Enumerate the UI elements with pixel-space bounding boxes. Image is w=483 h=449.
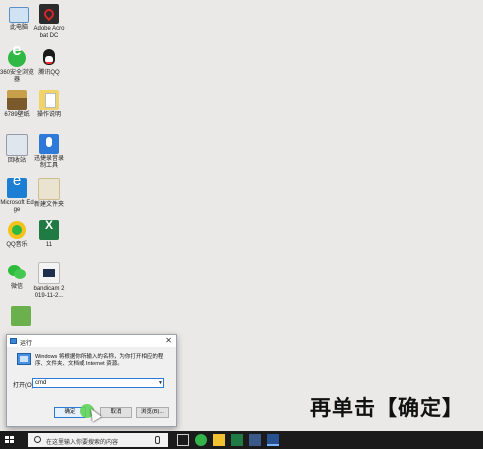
acrobat-icon [39,4,59,24]
desktop: 此电脑 Adobe Acrobat DC 360安全浏览器 腾讯QQ 6789壁… [0,0,483,431]
qq-music-icon [7,220,27,240]
microphone-icon [39,134,59,154]
search-placeholder: 在这里输入你要搜索的内容 [46,440,119,446]
run-dialog-title: 运行 [20,341,33,347]
excel-icon [39,220,59,240]
desktop-icon-label: QQ音乐 [6,242,28,248]
desktop-icon-recorder[interactable]: 迅捷录音录制工具 [32,134,66,170]
edge-icon [7,177,27,198]
desktop-icon-label: Microsoft Edge [0,200,34,213]
run-dialog-titlebar[interactable]: 运行 ✕ [7,335,176,347]
run-program-icon [17,353,31,365]
desktop-icon-label: 迅捷录音录制工具 [33,156,64,169]
chevron-down-icon[interactable]: ▼ [158,380,163,386]
run-dialog: 运行 ✕ Windows 将根据你所输入的名称，为你打开相应的程序、文件夹、文档… [6,334,177,427]
360-browser-taskbar-icon[interactable] [195,434,207,446]
windows-start-icon[interactable] [5,436,14,444]
document-icon [39,90,59,110]
taskbar-search-box[interactable]: 在这里输入你要搜索的内容 [28,433,168,447]
desktop-icon-6789-wallpaper[interactable]: 6789壁纸 [0,90,34,119]
search-icon [34,436,41,443]
desktop-icon-this-pc[interactable]: 此电脑 [2,4,36,32]
desktop-icon-label: 11 [45,242,53,248]
desktop-icon-label: 6789壁纸 [4,112,30,118]
app-icon [11,306,31,326]
desktop-icon-label: 360安全浏览器 [0,70,35,83]
excel-taskbar-icon[interactable] [231,434,243,446]
browse-button[interactable]: 浏览(B)... [136,407,169,418]
close-icon[interactable]: ✕ [165,336,172,345]
desktop-icon-bandicam[interactable]: bandicam 2019-11-2... [32,262,66,300]
wechat-icon [7,262,27,282]
run-command-input[interactable]: cmd [32,378,164,388]
task-view-icon[interactable] [177,434,189,446]
desktop-icon-acrobat[interactable]: Adobe Acrobat DC [32,4,66,40]
instruction-caption: 再单击【确定】 [310,396,464,420]
wallpaper-app-icon [7,90,27,110]
microphone-icon[interactable] [155,436,160,444]
desktop-icon-recycle-bin[interactable]: 回收站 [0,134,34,165]
desktop-icon-360-browser[interactable]: 360安全浏览器 [0,46,35,84]
desktop-icon-instructions[interactable]: 操作说明 [32,90,66,119]
computer-icon [9,7,29,23]
active-app-taskbar-icon[interactable] [267,434,279,446]
file-explorer-icon[interactable] [213,434,225,446]
desktop-icon-label: 此电脑 [9,25,28,31]
desktop-icon-wechat[interactable]: 微信 [0,262,34,291]
app-taskbar-icon[interactable] [249,434,261,446]
desktop-icon-label: 操作说明 [36,112,61,118]
desktop-icon-partial[interactable] [4,306,38,328]
bandicam-video-icon [38,262,60,284]
desktop-icon-label: 回收站 [7,158,26,164]
desktop-icon-label: 新建文件夹 [33,202,64,208]
desktop-icon-label: 腾讯QQ [38,70,60,76]
browser-icon [7,46,27,68]
desktop-icon-edge[interactable]: Microsoft Edge [0,177,34,214]
run-description: Windows 将根据你所输入的名称，为你打开相应的程序、文件夹、文档或 Int… [35,354,164,367]
run-app-icon [10,338,17,344]
cancel-button[interactable]: 取消 [100,407,132,418]
taskbar: 在这里输入你要搜索的内容 [0,431,483,449]
qq-penguin-icon [39,48,59,68]
desktop-icon-label: Adobe Acrobat DC [33,26,65,39]
desktop-icon-new-folder[interactable]: 新建文件夹 [32,178,66,209]
desktop-icon-label: 微信 [10,284,23,290]
folder-icon [38,178,60,200]
desktop-icon-label: bandicam 2019-11-2... [33,286,65,299]
desktop-icon-excel-11[interactable]: 11 [32,220,66,249]
recycle-bin-icon [6,134,28,156]
desktop-icon-qq[interactable]: 腾讯QQ [32,48,66,77]
desktop-icon-qq-music[interactable]: QQ音乐 [0,220,34,249]
